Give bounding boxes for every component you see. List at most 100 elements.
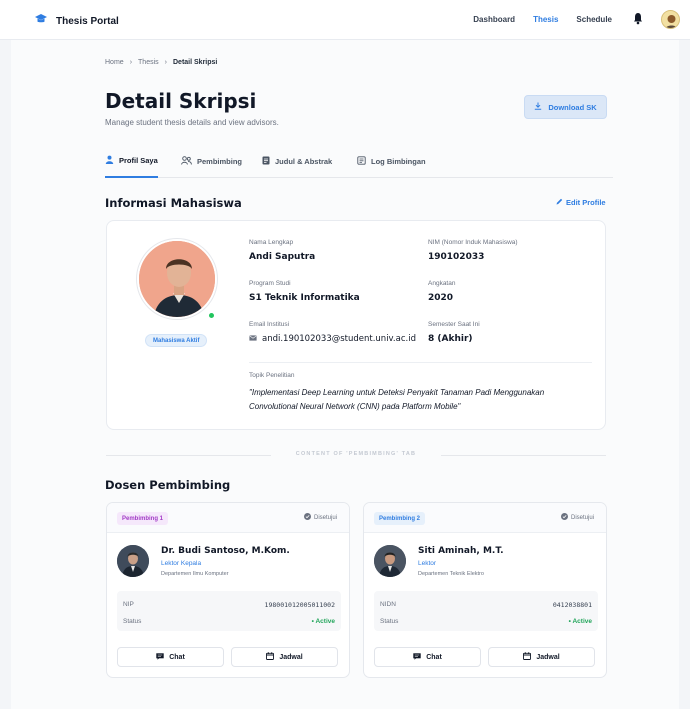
advisor-photo [117,545,149,577]
tab-pembimbing[interactable]: Pembimbing [181,150,242,178]
advisor-name: Dr. Budi Santoso, M.Kom. [161,546,290,556]
id-value: 198001012005011002 [264,601,335,609]
student-profile-card: Mahasiswa Aktif Nama Lengkap Andi Saputr… [106,220,606,430]
nav-thesis[interactable]: Thesis [533,15,558,24]
nav-dashboard[interactable]: Dashboard [473,15,515,24]
breadcrumb: Home › Thesis › Detail Skripsi [105,59,217,66]
chat-label: Chat [426,653,442,661]
id-label: NIDN [380,601,396,608]
email-label: Email Institusi [249,321,290,328]
advisor-department: Departemen Teknik Elektro [418,571,484,577]
download-sk-button[interactable]: Download SK [524,95,607,119]
tab-judul-abstrak[interactable]: Judul & Abstrak [262,150,332,178]
id-label: NIP [123,601,134,608]
semester-value: 8 (Akhir) [428,334,473,344]
chat-icon [413,652,421,662]
id-value: 0412038801 [552,601,592,609]
advisor-info-box: NIP 198001012005011002 Status • Active [117,591,341,631]
edit-profile-label: Edit Profile [566,198,606,207]
advisor-department: Departemen Ilmu Komputer [161,571,229,577]
name-label: Nama Lengkap [249,239,294,246]
nim-label: NIM (Nomor Induk Mahasiswa) [428,239,518,246]
page-subtitle: Manage student thesis details and view a… [105,118,279,127]
breadcrumb-home[interactable]: Home [105,59,124,66]
user-avatar[interactable] [661,10,680,29]
check-circle-icon [303,513,311,522]
user-icon [105,155,114,166]
approved-badge: Disetujui [560,513,594,522]
calendar-icon [266,652,275,662]
student-photo [137,239,217,319]
student-status-badge: Mahasiswa Aktif [145,334,208,347]
approved-label: Disetujui [570,514,594,521]
bell-icon[interactable] [633,12,643,30]
chat-label: Chat [169,653,185,661]
check-circle-icon [560,513,568,522]
topic-label: Topik Penelitian [249,372,295,379]
calendar-icon [523,652,532,662]
document-icon [262,156,270,167]
chevron-right-icon: › [164,59,167,66]
semester-label: Semester Saat Ini [428,321,480,328]
tab-label: Log Bimbingan [371,156,426,166]
graduation-cap-icon [34,12,48,30]
download-label: Download SK [548,102,597,112]
schedule-label: Jadwal [279,653,303,661]
tab-label: Pembimbing [197,156,243,166]
year-label: Angkatan [428,280,456,287]
page-title: Detail Skripsi [105,89,257,113]
approved-label: Disetujui [313,514,337,521]
advisor-photo [374,545,406,577]
edit-profile-link[interactable]: Edit Profile [556,198,606,207]
nav-schedule[interactable]: Schedule [576,15,612,24]
approved-badge: Disetujui [303,513,337,522]
advisor-role: Lektor [418,560,437,567]
schedule-button[interactable]: Jadwal [488,647,595,667]
student-section-title: Informasi Mahasiswa [105,196,242,210]
email-value: andi.190102033@student.univ.ac.id [262,334,416,344]
tab-log-bimbingan[interactable]: Log Bimbingan [357,150,426,178]
mail-icon [249,334,257,344]
advisor-card-2: Pembimbing 2 Disetujui Siti Aminah, M.T.… [363,502,607,678]
content-separator: CONTENT OF 'PEMBIMBING' TAB [106,450,606,460]
schedule-button[interactable]: Jadwal [231,647,338,667]
advisor-card-1: Pembimbing 1 Disetujui Dr. Budi Santoso,… [106,502,350,678]
advisor-card-header: Pembimbing 2 Disetujui [364,503,606,533]
log-icon [357,155,366,167]
chat-button[interactable]: Chat [374,647,481,667]
name-value: Andi Saputra [249,252,316,262]
advisor-tag: Pembimbing 2 [374,512,426,525]
tab-label: Profil Saya [119,155,158,165]
top-navbar: Thesis Portal Dashboard Thesis Schedule [0,0,690,40]
chevron-right-icon: › [129,59,133,66]
tab-bar: Profil Saya Pembimbing Judul & Abstrak L… [105,150,613,178]
program-label: Program Studi [249,280,291,287]
advisor-role: Lektor Kepala [161,560,202,567]
program-value: S1 Teknik Informatika [249,293,360,303]
status-value: • Active [568,618,592,625]
status-label: Status [380,618,399,625]
pencil-icon [556,198,563,207]
divider [249,362,592,363]
status-value: • Active [311,618,335,625]
nim-value: 190102033 [428,252,485,262]
separator-line [441,455,606,456]
online-status-dot [208,312,215,319]
brand[interactable]: Thesis Portal [34,12,119,30]
users-icon [181,155,192,167]
advisor-info-box: NIDN 0412038801 Status • Active [374,591,598,631]
breadcrumb-current: Detail Skripsi [173,59,218,66]
schedule-label: Jadwal [536,653,560,661]
advisor-name: Siti Aminah, M.T. [418,546,504,556]
status-label: Status [123,618,142,625]
tab-profil-saya[interactable]: Profil Saya [105,150,158,178]
topic-value: "Implementasi Deep Learning untuk Deteks… [249,388,545,411]
chat-button[interactable]: Chat [117,647,224,667]
chat-icon [156,652,164,662]
advisor-tag: Pembimbing 1 [117,512,169,525]
tab-label: Judul & Abstrak [275,156,333,166]
app-title: Thesis Portal [56,15,119,27]
separator-text: CONTENT OF 'PEMBIMBING' TAB [295,451,417,457]
breadcrumb-thesis[interactable]: Thesis [138,59,159,66]
advisor-section-title: Dosen Pembimbing [105,478,231,492]
